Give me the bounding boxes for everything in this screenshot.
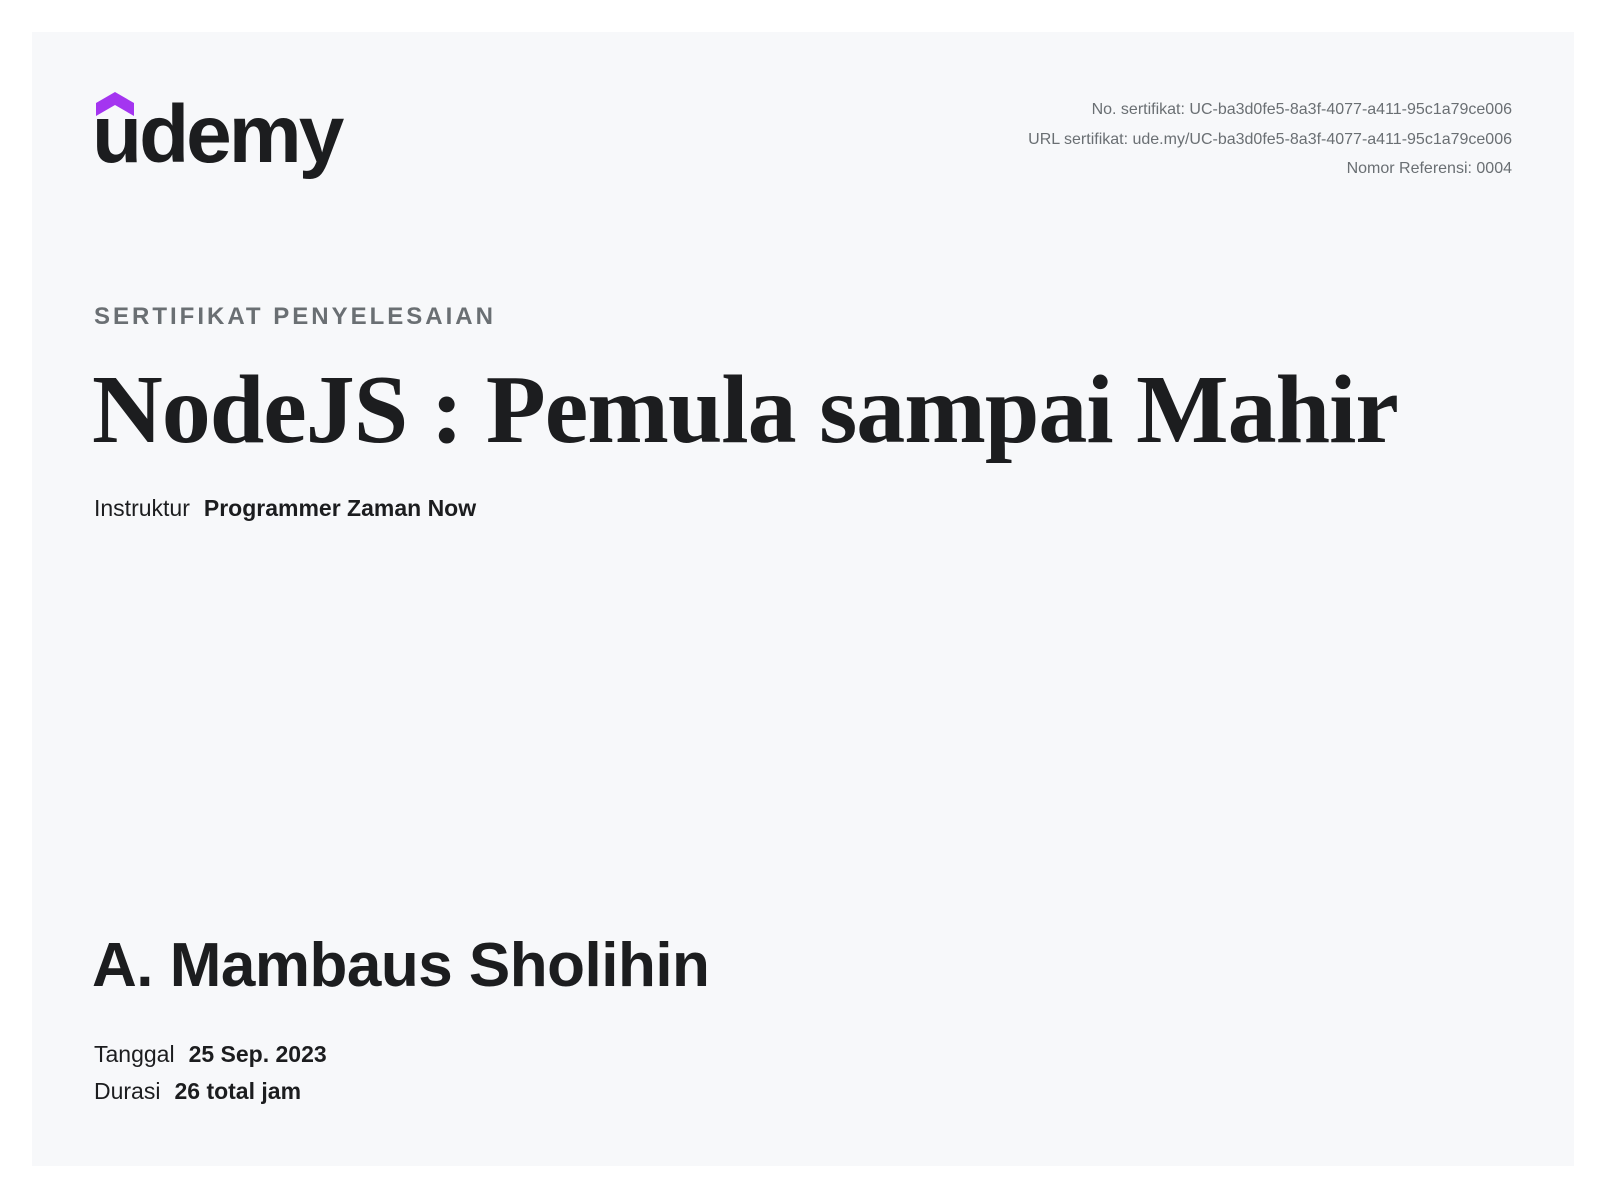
instructor-label: Instruktur [94, 495, 190, 521]
certificate-number: No. sertifikat: UC-ba3d0fe5-8a3f-4077-a4… [1091, 101, 1512, 118]
duration-row: Durasi 26 total jam [94, 1078, 301, 1105]
instructor-name: Programmer Zaman Now [203, 495, 477, 521]
reference-number: Nomor Referensi: 0004 [1346, 160, 1512, 177]
date-row: Tanggal 25 Sep. 2023 [94, 1041, 327, 1068]
duration-label: Durasi [94, 1078, 161, 1104]
certificate-type-label: SERTIFIKAT PENYELESAIAN [94, 303, 496, 330]
instructor-row: Instruktur Programmer Zaman Now [94, 495, 476, 522]
udemy-logo: udemy [92, 89, 364, 202]
student-name: A. Mambaus Sholihin [92, 931, 710, 1000]
logo-wordmark: udemy [92, 89, 344, 180]
date-value: 25 Sep. 2023 [188, 1041, 327, 1067]
certificate-meta: No. sertifikat: UC-ba3d0fe5-8a3f-4077-a4… [1028, 100, 1512, 189]
course-title: NodeJS : Pemula sampai Mahir [92, 356, 1399, 464]
certificate: udemy No. sertifikat: UC-ba3d0fe5-8a3f-4… [32, 32, 1574, 1166]
duration-value: 26 total jam [174, 1078, 302, 1104]
certificate-url: URL sertifikat: ude.my/UC-ba3d0fe5-8a3f-… [1028, 130, 1512, 148]
date-label: Tanggal [94, 1041, 175, 1067]
